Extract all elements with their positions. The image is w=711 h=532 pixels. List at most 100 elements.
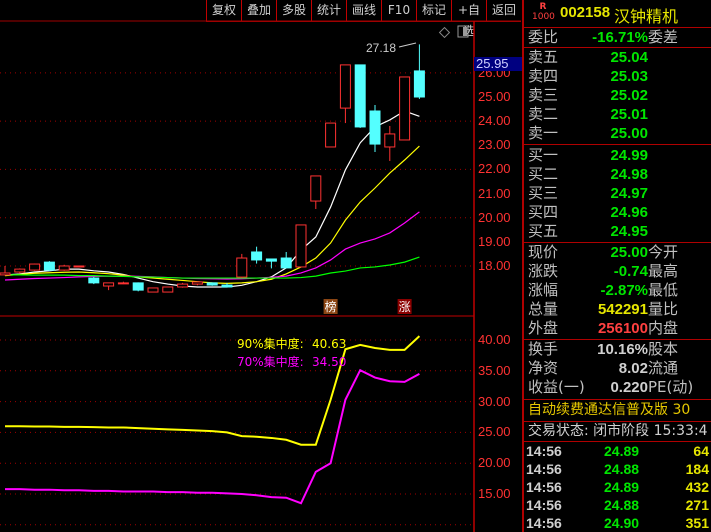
margin-badge: R 1000 [532, 2, 555, 22]
candle [58, 264, 70, 271]
stat-value: -0.74 [613, 263, 648, 280]
bid-value: 24.98 [610, 166, 648, 183]
indicator-axis-label: 15.00 [478, 486, 511, 501]
ask-label: 卖五 [528, 48, 559, 66]
candle-body [29, 263, 41, 271]
stat-row: 外盘 256100 内盘 [528, 319, 711, 338]
indicator-axis-label: 40.00 [478, 332, 511, 347]
ask-value: 25.02 [610, 87, 648, 104]
legend-90-value: 40.63 [312, 337, 346, 351]
ask-label: 卖四 [528, 67, 559, 85]
candle [265, 258, 277, 269]
kline-chart[interactable]: 榜 涨 27.18 90%集中度: 40.63 70%集中度: 34.50 [0, 0, 521, 532]
indicator-axis-label: 20.00 [478, 455, 511, 471]
legend-70-value: 34.50 [312, 355, 346, 369]
candle-body [251, 251, 263, 261]
candle-body [58, 265, 70, 271]
ask-row: 卖五 25.04 [528, 48, 711, 67]
candle-body [43, 261, 55, 271]
candle [384, 125, 396, 161]
diamond-icon[interactable] [438, 26, 451, 39]
ask-label: 卖二 [528, 105, 559, 123]
fin-label2: 流通 [648, 359, 679, 377]
ask-row: 卖三 25.02 [528, 86, 711, 105]
candle-body [147, 287, 159, 293]
ask-row: 卖一 25.00 [528, 124, 711, 143]
stat-value: 25.00 [610, 244, 648, 261]
bid-row: 买一 24.99 [528, 146, 711, 165]
candle [280, 251, 292, 269]
candle [147, 287, 159, 293]
candle [325, 122, 337, 148]
stat-label: 外盘 [528, 319, 559, 337]
candle [236, 253, 248, 279]
weicha-label: 委差 [648, 28, 679, 46]
candle-body [103, 282, 115, 287]
tick-row: 14:56 24.89 64 [526, 442, 711, 460]
price-axis-label: 19.00 [478, 233, 511, 249]
candle-body [339, 64, 351, 109]
fin-label: 换手 [528, 340, 559, 358]
stat-row: 涨幅 -2.87% 最低 [528, 281, 711, 300]
fin-row: 换手 10.16% 股本 [528, 340, 711, 359]
fin-value: 0.220 [610, 379, 648, 396]
weibi-value: -16.71% [592, 29, 648, 46]
stat-value: -2.87% [600, 282, 648, 299]
fin-row: 净资 8.02 流通 [528, 359, 711, 378]
stat-value: 256100 [597, 320, 648, 337]
candle [339, 64, 351, 124]
candle [369, 104, 381, 153]
candle-body [236, 257, 248, 278]
tick-price: 24.89 [604, 479, 640, 495]
candle [29, 263, 41, 271]
candle [73, 265, 85, 268]
trade-status: 交易状态: 闭市阶段 15:33:4 [528, 423, 708, 439]
ask-label: 卖一 [528, 124, 559, 142]
candle [191, 281, 203, 286]
price-axis-label: 18.00 [478, 257, 511, 273]
high-annotation: 27.18 [366, 41, 396, 55]
stat-label: 总量 [528, 300, 559, 318]
legend-70-label: 70%集中度: [237, 354, 304, 369]
ask-row: 卖四 25.03 [528, 67, 711, 86]
badge-top: R [539, 2, 547, 12]
tick-row: 14:56 24.88 184 [526, 460, 711, 478]
bid-row: 买三 24.97 [528, 184, 711, 203]
window-toggle-icon[interactable] [457, 25, 469, 38]
candle-body [117, 282, 129, 285]
fin-label: 收益(一) [528, 378, 585, 396]
stat-row: 总量 542291 量比 [528, 300, 711, 319]
candle [0, 265, 11, 276]
price-axis-label: 22.00 [478, 161, 511, 177]
tick-volume: 64 [693, 443, 709, 459]
candle-body [354, 64, 366, 128]
stat-label2: 内盘 [648, 319, 679, 337]
candle [132, 282, 144, 292]
ask-label: 卖三 [528, 86, 559, 104]
promo-banner[interactable]: 自动续费通达信普及版 30 [528, 400, 690, 420]
tick-row: 14:56 24.90 351 [526, 514, 711, 532]
tick-volume: 184 [685, 461, 709, 477]
bid-label: 买一 [528, 146, 559, 164]
price-axis-label: 21.00 [478, 185, 511, 201]
badge-bottom: 1000 [532, 12, 555, 22]
bid-value: 24.97 [610, 185, 648, 202]
candle [88, 276, 100, 285]
candle-body [177, 283, 189, 288]
ask-value: 25.04 [610, 49, 648, 66]
candle [117, 281, 129, 285]
price-axis-label: 24.00 [478, 113, 511, 129]
bid-label: 买四 [528, 203, 559, 221]
candle-body [0, 272, 11, 276]
tick-price: 24.88 [604, 461, 640, 477]
stat-row: 涨跌 -0.74 最高 [528, 262, 711, 281]
candle [295, 224, 307, 268]
tick-volume: 432 [685, 479, 709, 495]
tick-time: 14:56 [526, 497, 562, 513]
fin-value: 10.16% [597, 341, 648, 358]
stat-label2: 最低 [648, 281, 679, 299]
candle-body [191, 281, 203, 285]
bid-row: 买四 24.96 [528, 203, 711, 222]
candle-body [399, 76, 411, 141]
candle [354, 64, 366, 128]
